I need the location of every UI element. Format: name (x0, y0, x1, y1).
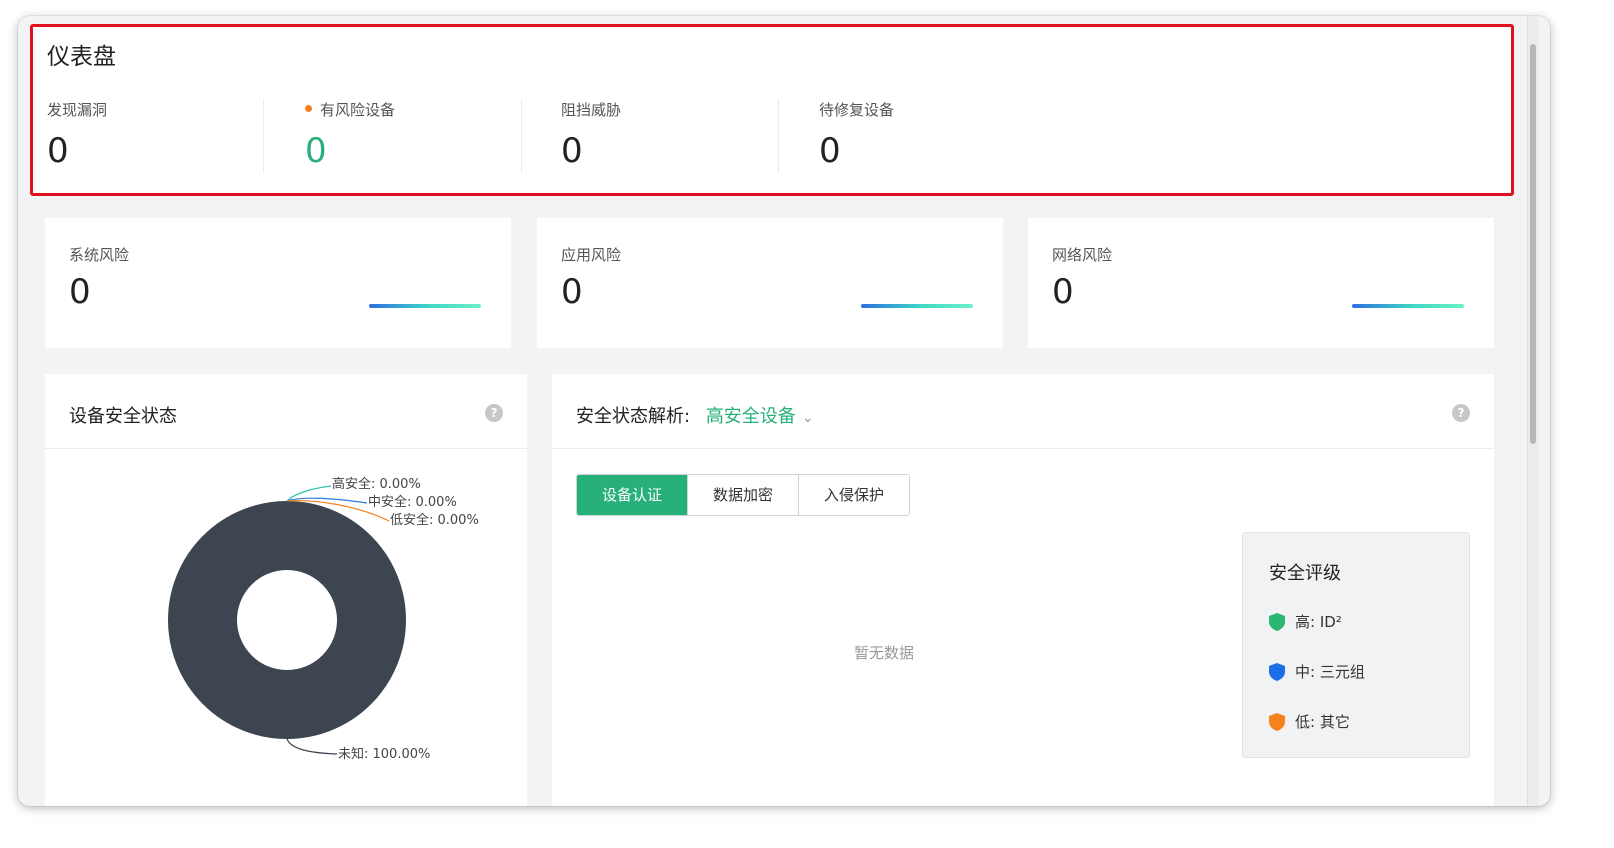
stat-vulnerabilities[interactable]: 发现漏洞 0 (47, 89, 297, 179)
risk-value: 0 (561, 272, 583, 312)
divider (263, 99, 264, 173)
analysis-title: 安全状态解析: (576, 406, 691, 427)
slice-label-3: 未知: 100.00% (338, 746, 430, 762)
tab-intrusion-protection[interactable]: 入侵保护 (799, 475, 909, 515)
dashboard-summary: 仪表盘 发现漏洞 0 有风险设备 0 阻挡威胁 0 待修复设备 0 (30, 24, 1514, 196)
system-risk-card[interactable]: 系统风险 0 (45, 218, 511, 348)
risk-label: 系统风险 (69, 246, 130, 264)
stat-blocked-threats[interactable]: 阻挡威胁 0 (561, 89, 811, 179)
scrollbar-thumb[interactable] (1530, 44, 1536, 444)
app-risk-card[interactable]: 应用风险 0 (537, 218, 1003, 348)
slice-label-2: 低安全: 0.00% (390, 512, 479, 528)
help-icon[interactable]: ? (485, 404, 503, 422)
legend-label: 低: 其它 (1295, 713, 1350, 731)
risk-dot-icon (305, 105, 312, 112)
stat-value: 0 (305, 131, 327, 171)
security-level-dropdown[interactable]: 高安全设备 ⌄ (706, 406, 814, 427)
legend-item-high: 高: ID² (1269, 611, 1342, 632)
panel-header: 安全状态解析: 高安全设备 ⌄ ? (552, 374, 1494, 449)
divider (778, 99, 779, 173)
security-analysis-panel: 安全状态解析: 高安全设备 ⌄ ? 设备认证 数据加密 入侵保护 暂无数据 安全评… (552, 374, 1494, 806)
risk-label: 网络风险 (1052, 246, 1113, 264)
risk-value: 0 (69, 272, 91, 312)
legend-label: 高: ID² (1295, 613, 1342, 631)
stat-value: 0 (819, 131, 841, 171)
tab-data-encryption[interactable]: 数据加密 (688, 475, 799, 515)
legend-item-medium: 中: 三元组 (1269, 661, 1365, 682)
vertical-scrollbar[interactable] (1527, 16, 1538, 806)
device-security-panel: 设备安全状态 ? 高安全: 0.00% 中安全: 0.00% 低安全: 0.00% 未… (45, 374, 527, 806)
stat-label: 有风险设备 (320, 101, 396, 119)
chevron-down-icon: ⌄ (801, 410, 814, 426)
stat-label: 阻挡威胁 (561, 101, 622, 119)
help-icon[interactable]: ? (1452, 404, 1470, 422)
legend-title: 安全评级 (1269, 563, 1341, 584)
leader-line (286, 738, 338, 755)
stat-label: 发现漏洞 (47, 101, 108, 119)
stat-value: 0 (561, 131, 583, 171)
panel-title: 设备安全状态 (69, 406, 177, 427)
network-risk-card[interactable]: 网络风险 0 (1028, 218, 1494, 348)
security-rating-legend: 安全评级 高: ID² 中: 三元组 低: 其它 (1242, 532, 1470, 758)
page-title: 仪表盘 (47, 44, 116, 70)
shield-icon (1269, 712, 1285, 731)
risk-label: 应用风险 (561, 246, 622, 264)
dropdown-value: 高安全设备 (705, 406, 796, 427)
shield-icon (1269, 662, 1285, 681)
slice-label-1: 中安全: 0.00% (368, 494, 457, 510)
slice-label-0: 高安全: 0.00% (332, 476, 421, 492)
tab-device-auth[interactable]: 设备认证 (577, 475, 688, 515)
shield-icon (1269, 612, 1285, 631)
risk-value: 0 (1052, 272, 1074, 312)
legend-item-low: 低: 其它 (1269, 711, 1350, 732)
donut-chart: 高安全: 0.00% 中安全: 0.00% 低安全: 0.00% 未知: 100.00… (168, 476, 479, 762)
stat-risky-devices[interactable]: 有风险设备 0 (305, 89, 555, 179)
analysis-tabs: 设备认证 数据加密 入侵保护 (576, 474, 910, 516)
empty-state-text: 暂无数据 (854, 644, 915, 662)
donut-slice-3 (168, 501, 406, 739)
risk-trend-line (1352, 304, 1464, 308)
panel-header: 设备安全状态 ? (45, 374, 527, 449)
stat-value: 0 (47, 131, 69, 171)
risk-trend-line (861, 304, 973, 308)
stat-label: 待修复设备 (819, 101, 895, 119)
risk-trend-line (369, 304, 481, 308)
divider (521, 99, 522, 173)
stat-devices-to-fix[interactable]: 待修复设备 0 (819, 89, 1069, 179)
legend-label: 中: 三元组 (1295, 663, 1365, 681)
panel-title: 安全状态解析: 高安全设备 ⌄ (576, 402, 814, 428)
app-window: 仪表盘 发现漏洞 0 有风险设备 0 阻挡威胁 0 待修复设备 0 系统风险 0… (18, 16, 1550, 806)
